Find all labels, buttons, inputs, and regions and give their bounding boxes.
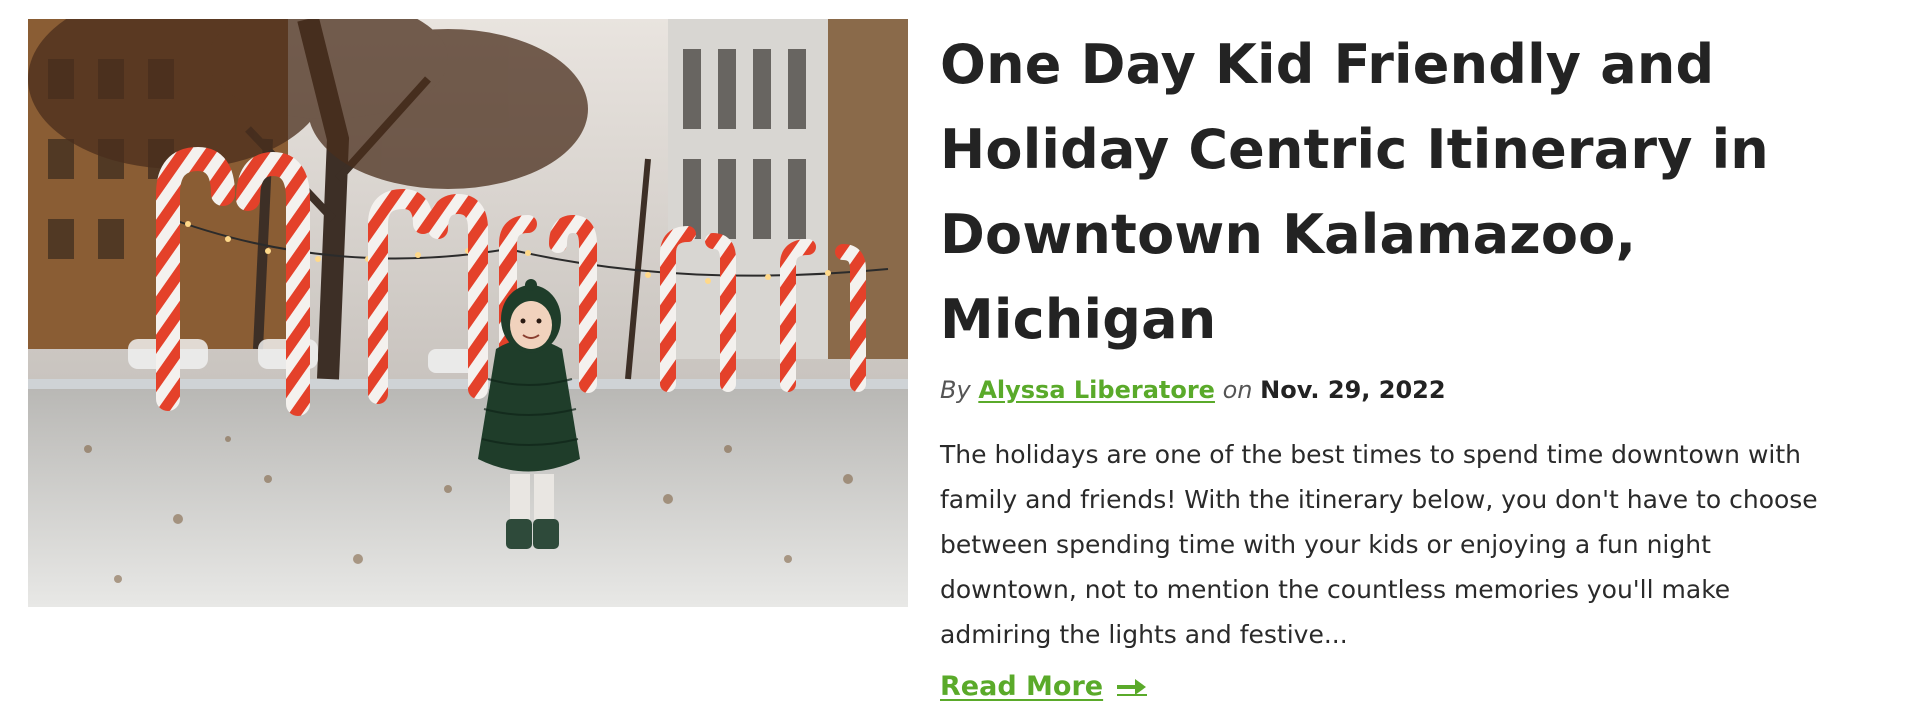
read-more-label: Read More — [940, 671, 1104, 702]
post-excerpt: The holidays are one of the best times t… — [940, 440, 1818, 649]
post-meta: By Alyssa Liberatore on Nov. 29, 2022 — [940, 374, 1840, 406]
arrow-right-icon — [1117, 678, 1148, 696]
post-content: One Day Kid Friendly and Holiday Centric… — [940, 22, 1840, 702]
on-label: on — [1222, 376, 1253, 404]
read-more-link[interactable]: Read More — [940, 671, 1148, 702]
blog-post-card: One Day Kid Friendly and Holiday Centric… — [0, 0, 1920, 720]
featured-image[interactable] — [28, 19, 908, 607]
featured-image-graphic — [28, 19, 908, 607]
author-link[interactable]: Alyssa Liberatore — [978, 376, 1215, 404]
post-date: Nov. 29, 2022 — [1260, 376, 1446, 404]
post-title[interactable]: One Day Kid Friendly and Holiday Centric… — [940, 22, 1800, 362]
by-label: By — [940, 376, 971, 404]
